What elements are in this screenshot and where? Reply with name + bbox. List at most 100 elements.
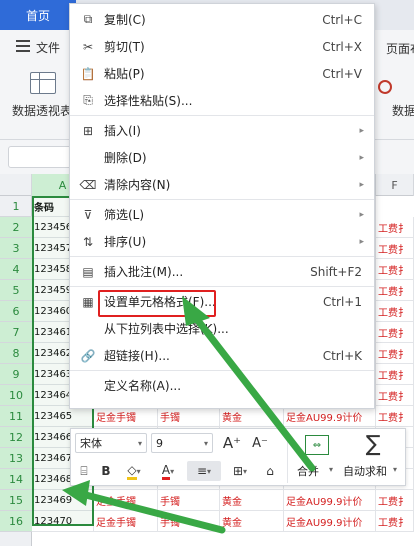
link-icon: 🔗 <box>80 348 96 363</box>
row-header-16[interactable]: 16 <box>0 511 32 532</box>
menu-item-label: 粘贴(P) <box>104 67 145 81</box>
row-header-13[interactable]: 13 <box>0 448 32 469</box>
menu-item-paste-special[interactable]: ⎘ 选择性粘贴(S)... <box>70 87 374 114</box>
cell-f-fee[interactable]: 工费扌 <box>376 259 414 280</box>
menu-item-insert[interactable]: ⊞ 插入(I) ▸ <box>70 117 374 144</box>
decrease-font-icon[interactable]: A⁻ <box>249 433 271 453</box>
menu-item-cut[interactable]: ✂ 剪切(T) Ctrl+X <box>70 33 374 60</box>
cell-e-pricing[interactable]: 足金AU99.9计价 <box>284 406 376 427</box>
submenu-arrow-icon: ▸ <box>359 236 364 247</box>
data-label[interactable]: 数据 <box>392 102 414 119</box>
menu-item-paste[interactable]: 📋 粘贴(P) Ctrl+V <box>70 60 374 87</box>
cell-f-fee[interactable]: 工费扌 <box>376 490 414 511</box>
cell-d-material[interactable]: 黄金 <box>220 406 284 427</box>
row-header-8[interactable]: 8 <box>0 343 32 364</box>
row-header-2[interactable]: 2 <box>0 217 32 238</box>
pivot-table-icon[interactable] <box>30 72 56 94</box>
cell-d-material[interactable]: 黄金 <box>220 490 284 511</box>
cell-e-pricing[interactable]: 足金AU99.9计价 <box>284 511 376 532</box>
submenu-arrow-icon: ▸ <box>359 209 364 220</box>
tab-page-layout[interactable]: 页面布 <box>386 40 414 57</box>
sum-icon: ∑ <box>365 431 381 457</box>
column-header-f[interactable]: F <box>376 174 414 196</box>
cell-d-material[interactable]: 黄金 <box>220 511 284 532</box>
merge-button[interactable]: ⇔ 合并 ▾ <box>291 431 343 485</box>
menu-item-sort[interactable]: ⇅ 排序(U) ▸ <box>70 228 374 255</box>
pivot-table-label[interactable]: 数据透视表 <box>12 102 72 119</box>
cell-f-fee[interactable]: 工费扌 <box>376 406 414 427</box>
align-icon[interactable]: ≡ ▾ <box>187 461 221 481</box>
hamburger-menu-icon[interactable] <box>16 40 30 52</box>
autosum-label: 自动求和 <box>343 465 387 478</box>
format-cells-icon: ▦ <box>82 294 94 309</box>
row-header-9[interactable]: 9 <box>0 364 32 385</box>
copy-icon: ⧉ <box>83 12 93 26</box>
select-all-corner[interactable] <box>0 174 32 196</box>
autosum-button[interactable]: ∑ 自动求和 ▾ <box>343 431 405 485</box>
row-header-1[interactable]: 1 <box>0 196 32 217</box>
cell-c-type[interactable]: 手镯 <box>158 490 220 511</box>
cell-b-name[interactable]: 足金手镯 <box>94 490 158 511</box>
font-color-icon[interactable]: A ▾ <box>153 461 183 481</box>
merge-label: 合并 <box>297 465 319 478</box>
row-header-15[interactable]: 15 <box>0 490 32 511</box>
row-header-6[interactable]: 6 <box>0 301 32 322</box>
menu-item-label: 插入(I) <box>104 124 141 138</box>
highlight-format-cells <box>98 290 216 317</box>
menu-item-hyperlink[interactable]: 🔗 超链接(H)... Ctrl+K <box>70 342 374 369</box>
row-header-4[interactable]: 4 <box>0 259 32 280</box>
cell-f-fee[interactable]: 工费扌 <box>376 343 414 364</box>
cell-b-name[interactable]: 足金手镯 <box>94 406 158 427</box>
menu-item-insert-comment[interactable]: ▤ 插入批注(M)... Shift+F2 <box>70 258 374 285</box>
menu-item-shortcut: Ctrl+X <box>322 39 362 54</box>
ribbon-tool-icon[interactable] <box>378 80 392 94</box>
menu-item-filter[interactable]: ⊽ 筛选(L) ▸ <box>70 201 374 228</box>
row-header-11[interactable]: 11 <box>0 406 32 427</box>
font-size-value: 9 <box>156 436 163 450</box>
cell-c-type[interactable]: 手镯 <box>158 511 220 532</box>
increase-font-icon[interactable]: A⁺ <box>221 433 243 453</box>
cell-f-fee[interactable]: 工费扌 <box>376 385 414 406</box>
fill-color-icon[interactable]: ◇ ▾ <box>119 461 149 481</box>
cell-f-fee[interactable]: 工费扌 <box>376 511 414 532</box>
row-header-12[interactable]: 12 <box>0 427 32 448</box>
tab-home[interactable]: 首页 <box>0 0 76 30</box>
chevron-down-icon: ▾ <box>329 465 334 474</box>
cell-f-fee[interactable]: 工费扌 <box>376 238 414 259</box>
menu-item-shortcut: Shift+F2 <box>310 264 362 279</box>
menu-item-clear-contents[interactable]: ⌫ 清除内容(N) ▸ <box>70 171 374 198</box>
cell-f-fee[interactable]: 工费扌 <box>376 364 414 385</box>
menu-item-label: 筛选(L) <box>104 208 145 222</box>
row-header-14[interactable]: 14 <box>0 469 32 490</box>
row-header-3[interactable]: 3 <box>0 238 32 259</box>
cell-c-type[interactable]: 手镯 <box>158 406 220 427</box>
chevron-down-icon: ▾ <box>393 465 398 474</box>
bold-icon[interactable]: B <box>97 461 115 481</box>
cell-f-fee[interactable]: 工费扌 <box>376 322 414 343</box>
chevron-down-icon: ▾ <box>137 438 142 448</box>
font-size-select[interactable]: 9 ▾ <box>151 433 213 453</box>
filter-icon: ⊽ <box>83 207 93 222</box>
row-header-10[interactable]: 10 <box>0 385 32 406</box>
menu-item-define-name[interactable]: 定义名称(A)... <box>70 372 374 399</box>
format-painter-icon[interactable]: ⌸ <box>75 461 93 481</box>
cell-f-fee[interactable]: 工费扌 <box>376 301 414 322</box>
menu-separator <box>70 370 374 371</box>
clear-format-icon[interactable]: ⌂ <box>259 461 281 481</box>
menu-item-copy[interactable]: ⧉ 复制(C) Ctrl+C <box>70 6 374 33</box>
menu-item-pick-from-list[interactable]: 从下拉列表中选择(K)... <box>70 315 374 342</box>
cell-b-name[interactable]: 足金手镯 <box>94 511 158 532</box>
row-header-5[interactable]: 5 <box>0 280 32 301</box>
font-name-select[interactable]: 宋体 ▾ <box>75 433 147 453</box>
menu-item-label: 插入批注(M)... <box>104 265 184 279</box>
name-box[interactable] <box>8 146 78 168</box>
row-header-7[interactable]: 7 <box>0 322 32 343</box>
cell-f-fee[interactable]: 工费扌 <box>376 217 414 238</box>
menu-item-delete[interactable]: 删除(D) ▸ <box>70 144 374 171</box>
toolbar-divider <box>287 433 288 483</box>
border-icon[interactable]: ⊞ ▾ <box>225 461 255 481</box>
menu-item-shortcut: Ctrl+C <box>322 12 362 27</box>
cell-e-pricing[interactable]: 足金AU99.9计价 <box>284 490 376 511</box>
cell-f-fee[interactable]: 工费扌 <box>376 280 414 301</box>
file-menu[interactable]: 文件 <box>36 39 60 56</box>
